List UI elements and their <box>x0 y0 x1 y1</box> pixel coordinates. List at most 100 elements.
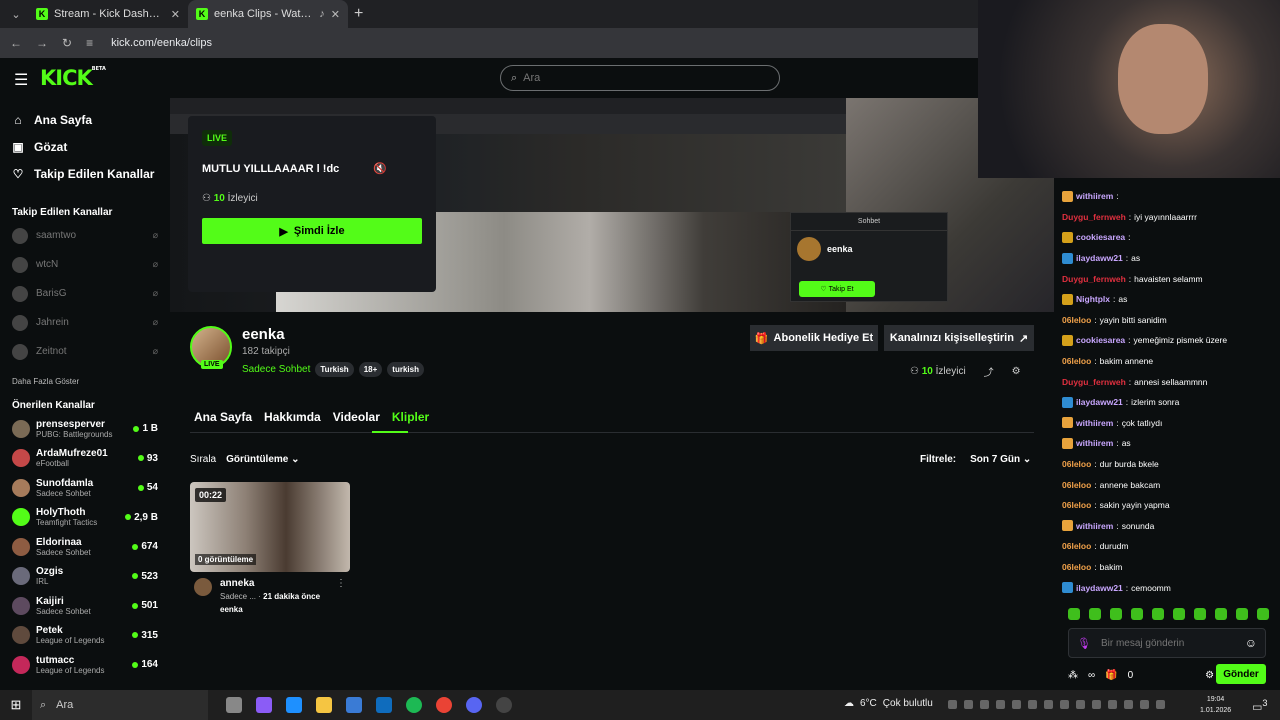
back-icon[interactable]: ← <box>10 36 22 50</box>
forward-icon[interactable]: → <box>36 36 48 50</box>
chat-username[interactable]: withiirem <box>1076 521 1113 531</box>
points-icon[interactable]: ⁂ <box>1068 670 1078 681</box>
chat-username[interactable]: Nightplx <box>1076 294 1110 304</box>
chat-username[interactable]: withiirem <box>1076 191 1113 201</box>
share-icon[interactable]: ⤴ <box>984 364 994 379</box>
recommended-channel[interactable]: Eldorinaa Sadece Sohbet 674 <box>0 532 170 562</box>
tab-about[interactable]: Hakkımda <box>264 410 321 424</box>
url-field[interactable]: kick.com/eenka/clips <box>111 37 212 49</box>
clip-author[interactable]: eenka <box>220 605 243 614</box>
chat-username[interactable]: 06leloo <box>1062 500 1091 510</box>
chat-username[interactable]: 06leloo <box>1062 541 1091 551</box>
show-more-link[interactable]: Daha Fazla Göster <box>0 366 170 396</box>
tag[interactable]: turkish <box>387 362 424 377</box>
recommended-channel[interactable]: HolyThoth Teamfight Tactics 2,9 B <box>0 503 170 533</box>
close-icon[interactable]: ✕ <box>331 8 340 21</box>
tray-icon[interactable] <box>948 700 957 709</box>
taskbar-search[interactable]: ⌕ Ara <box>32 690 208 720</box>
nav-browse[interactable]: ▣ Gözat <box>0 133 170 160</box>
tray-icon[interactable] <box>1076 700 1085 709</box>
emoji-icon[interactable]: ☺ <box>1245 636 1257 650</box>
followed-channel[interactable]: Zeitnot ⌀ <box>0 337 170 366</box>
followed-channel[interactable]: saamtwo ⌀ <box>0 221 170 250</box>
emote-icon[interactable] <box>1215 608 1227 620</box>
windows-start-icon[interactable]: ⊞ <box>0 697 32 713</box>
tray-icon[interactable] <box>1140 700 1149 709</box>
menu-icon[interactable]: ☰ <box>14 70 28 90</box>
customize-channel-button[interactable]: Kanalınızı kişiselleştirin ↗ <box>884 325 1034 351</box>
chat-username[interactable]: 06leloo <box>1062 315 1091 325</box>
recommended-channel[interactable]: Ozgis IRL 523 <box>0 562 170 592</box>
filter-select[interactable]: Son 7 Gün ⌄ <box>970 454 1031 465</box>
store-icon[interactable] <box>346 697 362 713</box>
nav-following[interactable]: ♡ Takip Edilen Kanallar <box>0 160 170 187</box>
chat-username[interactable]: cookiesarea <box>1076 335 1125 345</box>
chat-username[interactable]: 06leloo <box>1062 459 1091 469</box>
chat-username[interactable]: withiirem <box>1076 418 1113 428</box>
discord-icon[interactable] <box>466 697 482 713</box>
outlook-icon[interactable] <box>376 697 392 713</box>
recommended-channel[interactable]: Kaijiri Sadece Sohbet 501 <box>0 591 170 621</box>
obs-icon[interactable] <box>496 697 512 713</box>
emote-icon[interactable] <box>1131 608 1143 620</box>
emote-icon[interactable] <box>1236 608 1248 620</box>
avatar[interactable] <box>194 578 212 596</box>
tab-list-icon[interactable]: ⌄ <box>4 3 28 25</box>
user-settings-icon[interactable]: ⚙ <box>1012 366 1021 377</box>
search-input[interactable] <box>523 72 754 84</box>
send-button[interactable]: Gönder <box>1216 664 1266 684</box>
chat-username[interactable]: Duygu_fernweh <box>1062 212 1126 222</box>
emote-icon[interactable] <box>1068 608 1080 620</box>
chat-username[interactable]: cookiesarea <box>1076 232 1125 242</box>
nav-home[interactable]: ⌂ Ana Sayfa <box>0 106 170 133</box>
spotify-icon[interactable] <box>406 697 422 713</box>
emote-icon[interactable] <box>1173 608 1185 620</box>
followed-channel[interactable]: Jahrein ⌀ <box>0 308 170 337</box>
chat-input[interactable] <box>1100 637 1235 649</box>
tray-icon[interactable] <box>964 700 973 709</box>
emote-icon[interactable] <box>1110 608 1122 620</box>
file-explorer-icon[interactable] <box>316 697 332 713</box>
task-view-icon[interactable] <box>226 697 242 713</box>
recommended-channel[interactable]: ArdaMufreze01 eFootball 93 <box>0 444 170 474</box>
clip-title[interactable]: anneka <box>220 578 254 589</box>
tray-icon[interactable] <box>1156 700 1165 709</box>
followed-channel[interactable]: BarisG ⌀ <box>0 279 170 308</box>
reload-icon[interactable]: ↻ <box>62 36 72 50</box>
chat-username[interactable]: withiirem <box>1076 438 1113 448</box>
close-icon[interactable]: ✕ <box>171 8 180 21</box>
weather-widget[interactable]: ☁ 6°C Çok bulutlu <box>844 698 933 709</box>
clock[interactable]: 19:04 1.01.2026 <box>1200 694 1231 716</box>
tab-videos[interactable]: Videolar <box>333 410 380 424</box>
tray-icon[interactable] <box>1044 700 1053 709</box>
audio-icon[interactable]: ♪ <box>319 8 325 20</box>
gift-icon[interactable]: 🎁 <box>1105 670 1117 681</box>
tray-icon[interactable] <box>980 700 989 709</box>
recommended-channel[interactable]: Sunofdamla Sadece Sohbet 54 <box>0 473 170 503</box>
copilot-icon[interactable] <box>256 697 272 713</box>
recommended-channel[interactable]: tutmacc League of Legends 164 <box>0 650 170 680</box>
chat-username[interactable]: Duygu_fernweh <box>1062 274 1126 284</box>
tray-icon[interactable] <box>1124 700 1133 709</box>
new-tab-button[interactable]: + <box>354 5 363 23</box>
recommended-channel[interactable]: Petek League of Legends 315 <box>0 621 170 651</box>
tray-icon[interactable] <box>1028 700 1037 709</box>
browser-tab-dashboard[interactable]: K Stream - Kick Dashboard ✕ <box>28 0 188 28</box>
more-options-icon[interactable]: ⋮ <box>336 578 346 589</box>
chrome-icon[interactable] <box>436 697 452 713</box>
tray-icon[interactable] <box>996 700 1005 709</box>
recommended-channel[interactable]: prensesperver PUBG: Battlegrounds 1 B <box>0 414 170 444</box>
gift-sub-button[interactable]: 🎁 Abonelik Hediye Et <box>750 325 878 351</box>
chat-username[interactable]: Duygu_fernweh <box>1062 377 1126 387</box>
tag[interactable]: Turkish <box>315 362 354 377</box>
browser-tab-clips[interactable]: K eenka Clips - Watch Live o ♪ ✕ <box>188 0 348 28</box>
tab-clips[interactable]: Klipler <box>392 410 429 424</box>
tray-icon[interactable] <box>1108 700 1117 709</box>
chat-username[interactable]: 06leloo <box>1062 356 1091 366</box>
kick-logo[interactable]: KICKBETA <box>40 66 106 90</box>
mute-icon[interactable]: 🔇 <box>373 162 387 175</box>
mic-icon[interactable]: 🎙 <box>1077 637 1091 650</box>
chat-username[interactable]: ilaydaww21 <box>1076 253 1123 263</box>
chat-username[interactable]: ilaydaww21 <box>1076 583 1123 593</box>
chat-username[interactable]: 06leloo <box>1062 562 1091 572</box>
